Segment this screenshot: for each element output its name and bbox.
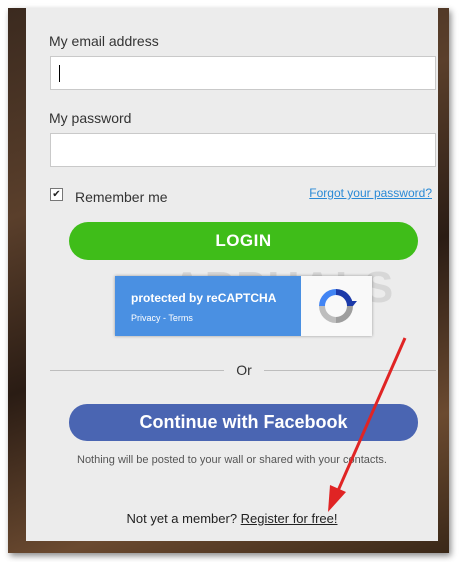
check-icon: ✔ — [52, 189, 61, 200]
recaptcha-label-area: protected by reCAPTCHA Privacy - Terms — [115, 276, 301, 336]
login-panel: My email address My password ✔ Remember … — [26, 8, 438, 541]
recaptcha-logo-icon — [319, 289, 357, 323]
register-prompt: Not yet a member? Register for free! — [26, 511, 438, 526]
divider-line-left — [50, 370, 224, 371]
divider-line-right — [264, 370, 436, 371]
facebook-login-button[interactable]: Continue with Facebook — [69, 404, 418, 441]
forgot-password-link[interactable]: Forgot your password? — [309, 186, 432, 200]
register-link[interactable]: Register for free! — [241, 511, 338, 526]
email-field[interactable] — [50, 56, 436, 90]
password-field[interactable] — [50, 133, 436, 167]
text-caret — [59, 65, 60, 82]
not-member-text: Not yet a member? — [126, 511, 238, 526]
password-label: My password — [49, 110, 132, 126]
email-label: My email address — [49, 33, 159, 49]
recaptcha-badge[interactable]: protected by reCAPTCHA Privacy - Terms — [115, 276, 372, 336]
recaptcha-title: protected by reCAPTCHA — [131, 291, 277, 305]
screenshot-frame: My email address My password ✔ Remember … — [8, 8, 449, 553]
facebook-privacy-note: Nothing will be posted to your wall or s… — [77, 454, 387, 466]
remember-checkbox[interactable]: ✔ — [50, 188, 63, 201]
divider-text: Or — [236, 362, 252, 378]
remember-label: Remember me — [75, 189, 168, 205]
recaptcha-links[interactable]: Privacy - Terms — [131, 313, 193, 323]
login-button[interactable]: LOGIN — [69, 222, 418, 260]
